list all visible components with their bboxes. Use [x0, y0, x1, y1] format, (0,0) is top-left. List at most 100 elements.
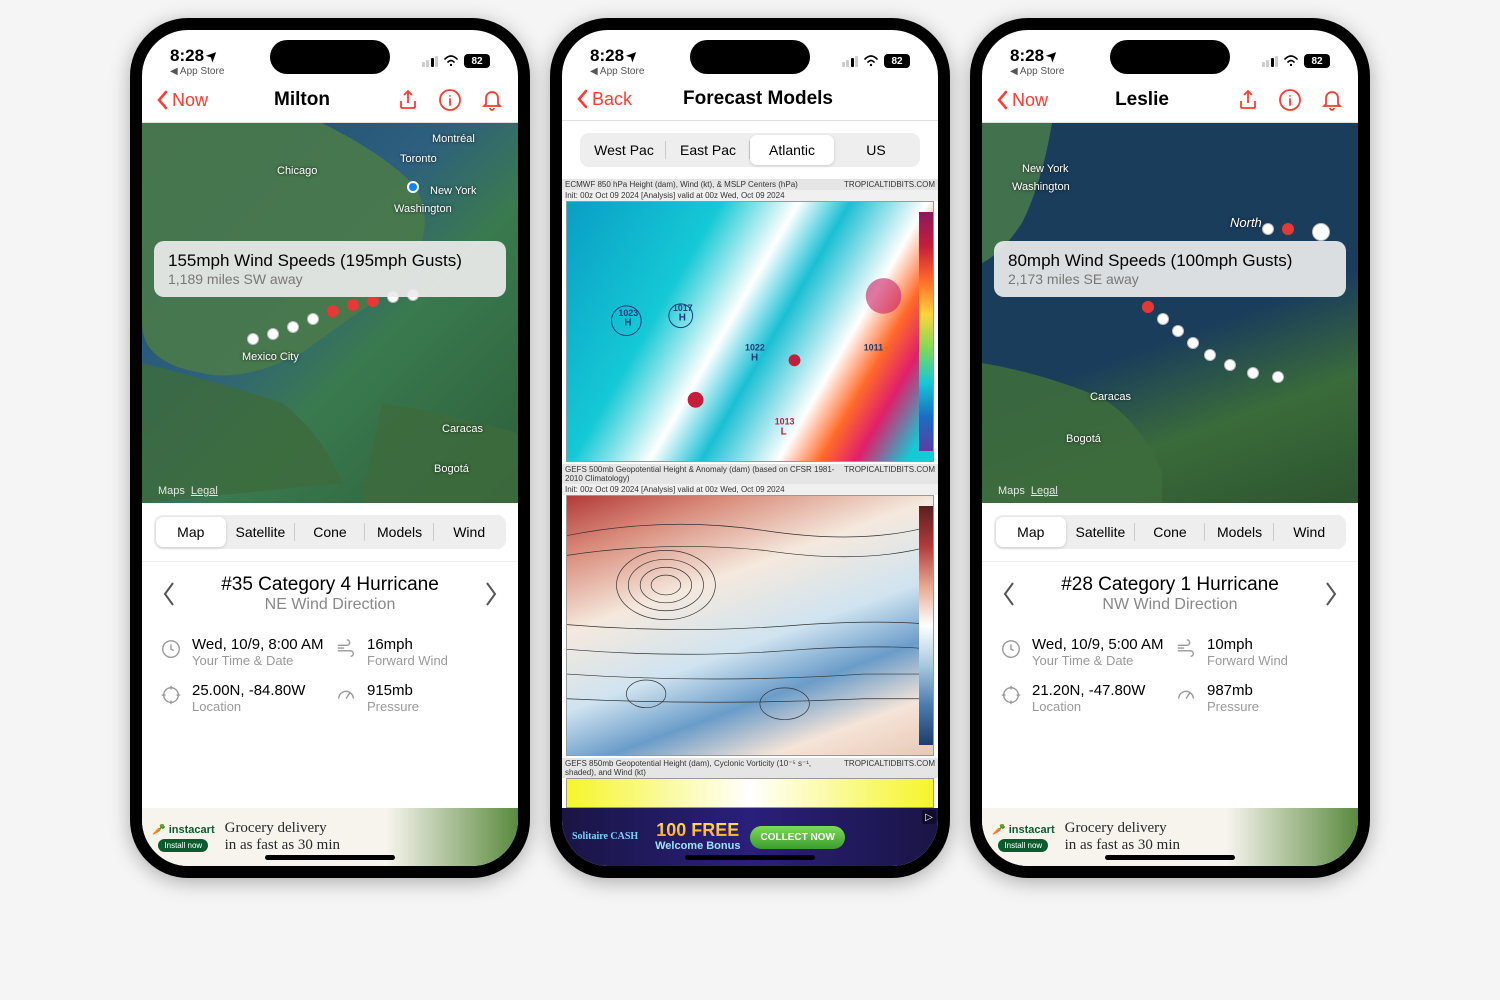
tab-us[interactable]: US [834, 135, 918, 165]
next-storm-button[interactable] [1322, 579, 1340, 609]
svg-text:1017: 1017 [673, 303, 693, 313]
models-scroll[interactable]: ECMWF 850 hPa Height (dam), Wind (kt), &… [562, 179, 938, 808]
map-city-label: Toronto [400, 153, 437, 165]
ad-cta-button[interactable]: COLLECT NOW [750, 826, 844, 849]
tab-satellite[interactable]: Satellite [1066, 517, 1136, 547]
tab-cone[interactable]: Cone [295, 517, 365, 547]
chevron-left-icon [996, 90, 1008, 110]
model-image-partial[interactable] [566, 778, 934, 808]
notification-bell-button[interactable] [480, 88, 504, 112]
legal-link[interactable]: Legal [191, 485, 218, 497]
model-caption-2-sub: Init: 00z Oct 09 2024 [Analysis] valid a… [562, 484, 938, 495]
model-image-ecmwf[interactable]: 1023 H 1017 H 1022 H 1011 1013 L [566, 201, 934, 462]
tab-cone[interactable]: Cone [1135, 517, 1205, 547]
page-title: Forecast Models [632, 88, 884, 110]
weather-contours: 1023 H 1017 H 1022 H 1011 1013 L [567, 202, 933, 459]
info-button[interactable] [438, 88, 462, 112]
track-point[interactable] [347, 299, 359, 311]
tab-map[interactable]: Map [156, 517, 226, 547]
track-point[interactable] [1262, 223, 1274, 235]
tab-wind[interactable]: Wind [434, 517, 504, 547]
back-button[interactable]: Now [996, 90, 1048, 111]
ad-brand: Solitaire CASH [572, 832, 638, 842]
model-image-gefs[interactable] [566, 495, 934, 756]
track-point[interactable] [287, 321, 299, 333]
prev-storm-button[interactable] [1000, 579, 1018, 609]
next-storm-button[interactable] [482, 579, 500, 609]
tab-models[interactable]: Models [1205, 517, 1275, 547]
track-point[interactable] [1282, 223, 1294, 235]
storm-speed-callout: 80mph Wind Speeds (100mph Gusts) 2,173 m… [994, 241, 1346, 297]
legal-link[interactable]: Legal [1031, 485, 1058, 497]
tab-east-pac[interactable]: East Pac [666, 135, 750, 165]
dynamic-island [1110, 40, 1230, 74]
screen-2: 8:28➤ ◀ App Store 82 Back Forecast Model… [562, 30, 938, 866]
svg-text:H: H [624, 318, 631, 329]
back-label: Back [592, 89, 632, 110]
status-back-to-appstore[interactable]: ◀ App Store [590, 66, 644, 77]
tab-wind[interactable]: Wind [1274, 517, 1344, 547]
color-scale [919, 212, 933, 451]
tab-satellite[interactable]: Satellite [226, 517, 296, 547]
page-title: Leslie [1048, 89, 1236, 111]
track-point[interactable] [267, 328, 279, 340]
track-point[interactable] [1187, 337, 1199, 349]
svg-text:1023: 1023 [618, 308, 638, 318]
storm-map[interactable]: New York Washington North Caracas Bogotá… [982, 123, 1358, 503]
home-indicator[interactable] [1105, 855, 1235, 860]
callout-distance: 2,173 miles SE away [1008, 271, 1332, 287]
storm-category: #35 Category 4 Hurricane [221, 574, 439, 596]
track-point[interactable] [1172, 325, 1184, 337]
battery-indicator: 82 [1304, 54, 1330, 68]
track-point[interactable] [1272, 371, 1284, 383]
navigation-bar: Now Milton [142, 82, 518, 123]
track-point[interactable] [327, 305, 339, 317]
wifi-icon [443, 55, 459, 67]
dynamic-island [690, 40, 810, 74]
track-point[interactable] [1247, 367, 1259, 379]
track-point[interactable] [247, 333, 259, 345]
tab-map[interactable]: Map [996, 517, 1066, 547]
back-button[interactable]: Now [156, 90, 208, 111]
back-button[interactable]: Back [576, 89, 632, 110]
status-back-to-appstore[interactable]: ◀ App Store [1010, 66, 1064, 77]
track-point[interactable] [1312, 223, 1330, 241]
track-point[interactable] [1157, 313, 1169, 325]
detail-datetime: Wed, 10/9, 8:00 AMYour Time & Date [160, 636, 325, 668]
phone-frame-2: 8:28➤ ◀ App Store 82 Back Forecast Model… [550, 18, 950, 878]
tab-models[interactable]: Models [365, 517, 435, 547]
ad-install-button[interactable]: Install now [998, 839, 1048, 852]
storm-details: Wed, 10/9, 8:00 AMYour Time & Date 16mph… [142, 622, 518, 728]
target-icon [1000, 684, 1022, 706]
track-point[interactable] [1224, 359, 1236, 371]
ad-install-button[interactable]: Install now [158, 839, 208, 852]
tab-west-pac[interactable]: West Pac [582, 135, 666, 165]
detail-pressure: 987mbPressure [1175, 682, 1340, 714]
storm-header: #28 Category 1 Hurricane NW Wind Directi… [982, 561, 1358, 622]
notification-bell-button[interactable] [1320, 88, 1344, 112]
model-caption-1: ECMWF 850 hPa Height (dam), Wind (kt), &… [562, 179, 938, 190]
callout-title: 80mph Wind Speeds (100mph Gusts) [1008, 251, 1332, 271]
page-title: Milton [208, 89, 396, 111]
track-point[interactable] [1204, 349, 1216, 361]
pressure-contours [567, 496, 933, 753]
track-point[interactable] [307, 313, 319, 325]
cellular-signal-icon [422, 56, 439, 67]
share-button[interactable] [1236, 88, 1260, 112]
home-indicator[interactable] [265, 855, 395, 860]
tab-atlantic[interactable]: Atlantic [750, 135, 834, 165]
share-button[interactable] [396, 88, 420, 112]
gauge-icon [1175, 684, 1197, 706]
status-back-to-appstore[interactable]: ◀ App Store [170, 66, 224, 77]
detail-location: 25.00N, -84.80WLocation [160, 682, 325, 714]
ad-close-icon[interactable]: ▷ [922, 810, 936, 824]
prev-storm-button[interactable] [160, 579, 178, 609]
detail-forward-wind: 10mphForward Wind [1175, 636, 1340, 668]
track-point[interactable] [1142, 301, 1154, 313]
color-scale [919, 506, 933, 745]
info-button[interactable] [1278, 88, 1302, 112]
storm-map[interactable]: Montréal Toronto Chicago New York Washin… [142, 123, 518, 503]
cellular-signal-icon [1262, 56, 1279, 67]
home-indicator[interactable] [685, 855, 815, 860]
battery-indicator: 82 [464, 54, 490, 68]
